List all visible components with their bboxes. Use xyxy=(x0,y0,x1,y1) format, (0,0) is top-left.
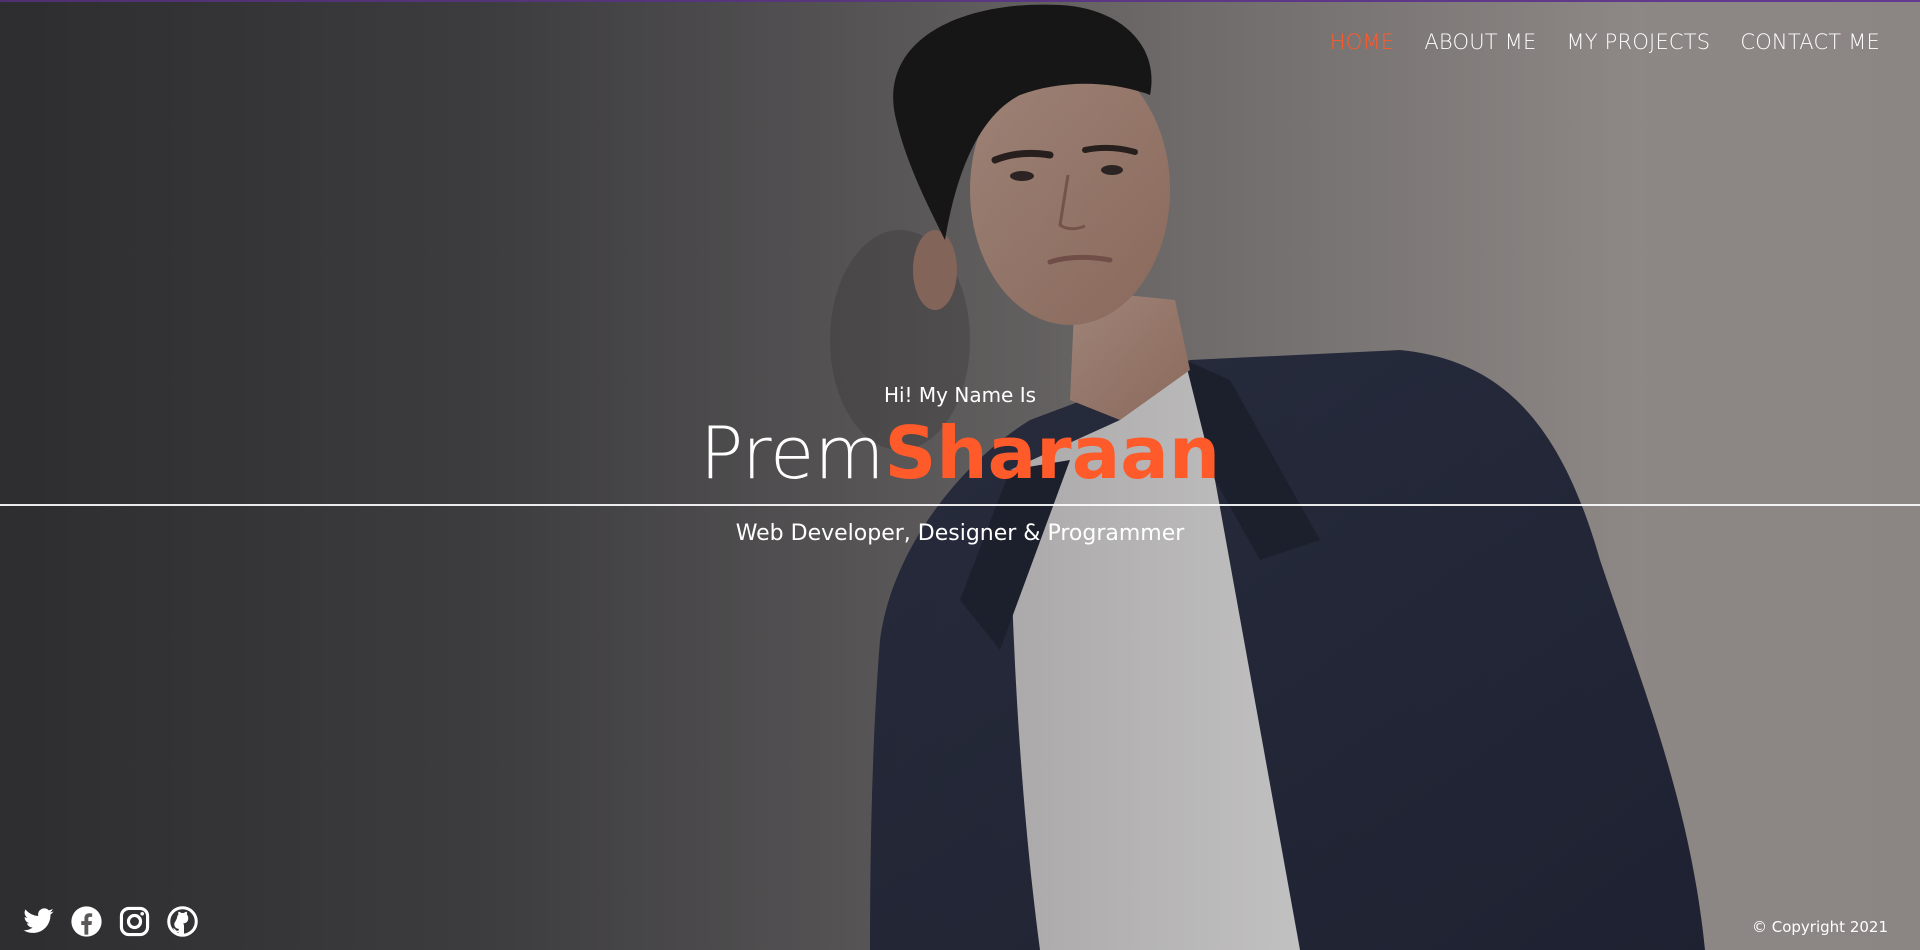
copyright-text: © Copyright 2021 xyxy=(1751,918,1888,936)
greeting-text: Hi! My Name Is xyxy=(883,383,1037,407)
twitter-icon[interactable] xyxy=(22,905,55,938)
instagram-icon[interactable] xyxy=(118,905,151,938)
nav-about-me[interactable]: ABOUT ME xyxy=(1424,30,1536,54)
last-name: Sharaan xyxy=(884,411,1221,495)
facebook-icon[interactable] xyxy=(70,905,103,938)
main-nav: HOME ABOUT ME MY PROJECTS CONTACT ME xyxy=(1330,30,1880,54)
hero-section: HOME ABOUT ME MY PROJECTS CONTACT ME Hi!… xyxy=(0,0,1920,950)
nav-my-projects[interactable]: MY PROJECTS xyxy=(1566,30,1710,54)
first-name: Prem xyxy=(699,411,885,495)
hero-name: PremSharaan xyxy=(0,408,1920,498)
github-icon[interactable] xyxy=(166,905,199,938)
hero-tagline: Web Developer, Designer & Programmer xyxy=(735,521,1185,546)
nav-home[interactable]: HOME xyxy=(1330,30,1395,54)
hero-divider xyxy=(0,504,1920,506)
social-links xyxy=(22,905,199,938)
nav-contact-me[interactable]: CONTACT ME xyxy=(1740,30,1880,54)
